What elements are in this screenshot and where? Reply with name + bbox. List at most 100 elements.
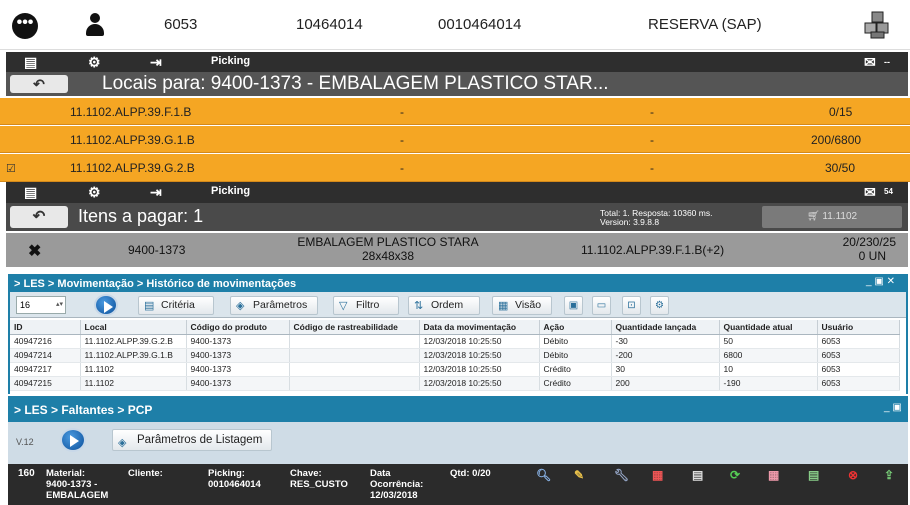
document-icon[interactable]: ▤ — [692, 468, 703, 482]
cell-action: Crédito — [539, 362, 612, 377]
window-controls-icon[interactable]: _ ▣ — [884, 402, 902, 413]
remove-icon[interactable]: ✖ — [28, 241, 41, 261]
location-row[interactable]: ☑ 11.1102.ALPP.39.G.2.B - - 30/50 — [0, 154, 910, 182]
column-header[interactable]: Usuário — [817, 320, 900, 335]
exit-icon[interactable]: ⇥ — [150, 184, 162, 200]
checkbox-checked-icon[interactable]: ☑ — [6, 162, 16, 175]
location-row[interactable]: 11.1102.ALPP.39.F.1.B - - 0/15 — [0, 98, 910, 125]
material-value-2: EMBALAGEM — [46, 490, 109, 501]
itens-titlebar: ↶ Itens a pagar: 1 Total: 1. Resposta: 1… — [6, 203, 908, 231]
back-arrow-icon[interactable]: ↶ — [10, 206, 68, 228]
table-row[interactable]: 40947214 11.1102.ALPP.39.G.1.B 9400-1373… — [10, 348, 900, 363]
boxes-icon[interactable] — [862, 10, 892, 40]
export-icon[interactable]: ▣ — [564, 296, 583, 315]
calendar-edit-icon[interactable]: ▦ — [768, 468, 779, 482]
criteria-label: Critéria — [161, 299, 195, 311]
locais-titlebar: ↶ Locais para: 9400-1373 - EMBALAGEM PLA… — [6, 72, 908, 96]
back-arrow-icon[interactable]: ↶ — [10, 75, 68, 93]
view-button[interactable]: ▦ Visão — [492, 296, 552, 315]
spinner-arrows-icon[interactable]: ▴▾ — [56, 297, 63, 313]
cell-product: 9400-1373 — [186, 348, 290, 363]
column-header[interactable]: Código de rastreabilidade — [289, 320, 420, 335]
params-button[interactable]: ◈ Parâmetros — [230, 296, 318, 315]
column-header[interactable]: Código do produto — [186, 320, 290, 335]
chat-icon[interactable]: ✉ — [864, 184, 876, 200]
locais-title: Locais para: 9400-1373 - EMBALAGEM PLAST… — [102, 73, 609, 94]
criteria-button[interactable]: ▤ Critéria — [138, 296, 214, 315]
list-icon[interactable]: ▤ — [24, 54, 37, 70]
pcp-window: > LES > Faltantes > PCP _ ▣ V.12 ◈ Parâme… — [8, 396, 908, 464]
save-icon[interactable]: ▭ — [592, 296, 611, 315]
list-params-button[interactable]: ◈ Parâmetros de Listagem — [112, 429, 272, 451]
expand-icon[interactable]: ⊡ — [622, 296, 641, 315]
refresh-icon[interactable]: ⟳ — [730, 468, 740, 482]
list-icon[interactable]: ▤ — [24, 184, 37, 200]
cell-user: 6053 — [817, 334, 900, 349]
location-code: 11.1102.ALPP.39.G.2.B — [70, 161, 195, 175]
ellipsis-icon[interactable]: ••• — [12, 13, 38, 39]
order-button[interactable]: ⇅ Ordem — [408, 296, 480, 315]
location-code: 11.1102.ALPP.39.F.1.B — [70, 105, 192, 119]
wrench-icon[interactable]: 🔧︎ — [614, 468, 629, 482]
page-size-value: 16 — [20, 300, 31, 310]
top-header: ••• 6053 10464014 0010464014 RESERVA (SA… — [0, 0, 910, 50]
version-label: V.12 — [16, 437, 34, 447]
column-header[interactable]: Data da movimentação — [419, 320, 540, 335]
table-row[interactable]: 40947216 11.1102.ALPP.39.G.2.B 9400-1373… — [10, 334, 900, 349]
cart-button-label: 11.1102 — [822, 211, 858, 222]
cell-id: 40947214 — [10, 348, 81, 363]
column-header[interactable]: Ação — [539, 320, 612, 335]
search-icon[interactable]: 🔍︎ — [536, 468, 551, 482]
picking-label: Picking: — [208, 468, 245, 479]
settings-icon[interactable]: ⚙ — [650, 296, 669, 315]
item-row[interactable]: ✖ 9400-1373 EMBALAGEM PLASTICO STARA 28x… — [6, 233, 908, 267]
delete-icon[interactable]: ⊗ — [848, 468, 858, 482]
picking-toolbar: ▤ ⚙ ⇥ Picking ✉ -- — [6, 52, 908, 72]
filter-button[interactable]: ▽ Filtro — [333, 296, 399, 315]
cart-button[interactable]: 🛒︎ 11.1102 — [762, 206, 902, 228]
tag-icon: ◈ — [118, 437, 127, 449]
cell-product: 9400-1373 — [186, 334, 290, 349]
location-col2: - — [400, 105, 404, 119]
edit-icon[interactable]: ✎ — [574, 468, 584, 482]
document-check-icon[interactable]: ▤ — [808, 468, 819, 482]
cell-trace — [289, 362, 420, 377]
history-window: > LES > Movimentação > Histórico de movi… — [8, 274, 908, 394]
item-qty-1: 20/230/25 — [842, 235, 896, 249]
chat-icon[interactable]: ✉ — [864, 54, 876, 70]
data-label-2: Ocorrência: — [370, 479, 424, 490]
picking-toolbar-2: ▤ ⚙ ⇥ Picking ✉ 54 — [6, 182, 908, 203]
qtd-label: Qtd: 0/20 — [450, 468, 491, 479]
exit-icon[interactable]: ⇥ — [150, 54, 162, 70]
pcp-record-row[interactable]: 160 Material: 9400-1373 - EMBALAGEM Clie… — [8, 464, 908, 505]
window-controls-icon[interactable]: _ ▣ ✕ — [866, 276, 895, 287]
table-row[interactable]: 40947215 11.1102 9400-1373 12/03/2018 10… — [10, 376, 900, 391]
cliente-label: Cliente: — [128, 468, 163, 479]
filter-icon: ▽ — [339, 300, 348, 312]
cell-id: 40947216 — [10, 334, 81, 349]
item-material: 9400-1373 — [128, 243, 186, 257]
column-header[interactable]: Local — [80, 320, 187, 335]
cell-local: 11.1102.ALPP.39.G.2.B — [80, 334, 187, 349]
gear-icon[interactable]: ⚙ — [88, 184, 101, 200]
upload-icon[interactable]: ⇪ — [884, 468, 894, 482]
refresh-play-button[interactable] — [94, 294, 118, 316]
status-line-2: Version: 3.9.8.8 — [600, 217, 660, 227]
cell-local: 11.1102 — [80, 376, 187, 391]
column-header[interactable]: Quantidade atual — [719, 320, 818, 335]
gear-icon[interactable]: ⚙ — [88, 54, 101, 70]
table-row[interactable]: 40947217 11.1102 9400-1373 12/03/2018 10… — [10, 362, 900, 377]
header-field-1: 10464014 — [296, 16, 363, 33]
location-col2: - — [400, 161, 404, 175]
refresh-play-button[interactable] — [60, 428, 86, 452]
user-icon[interactable] — [84, 13, 106, 37]
cell-qty-posted: -200 — [611, 348, 720, 363]
chave-value: RES_CUSTO — [290, 479, 348, 490]
column-header[interactable]: Quantidade lançada — [611, 320, 720, 335]
column-header[interactable]: ID — [10, 320, 81, 335]
location-col2: - — [400, 133, 404, 147]
page-size-spinner[interactable]: 16 ▴▾ — [16, 296, 66, 314]
cell-local: 11.1102.ALPP.39.G.1.B — [80, 348, 187, 363]
calendar-icon[interactable]: ▦ — [652, 468, 663, 482]
location-row[interactable]: 11.1102.ALPP.39.G.1.B - - 200/6800 — [0, 126, 910, 153]
